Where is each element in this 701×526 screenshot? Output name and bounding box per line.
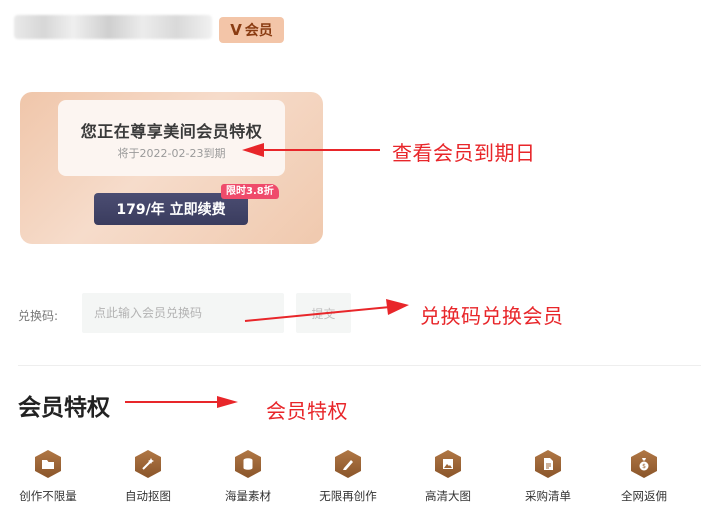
privilege-label: 高清大图 bbox=[425, 489, 471, 503]
privilege-item-cashback: $ 全网返佣 bbox=[604, 450, 684, 504]
member-status-title: 您正在尊享美间会员特权 bbox=[80, 122, 263, 141]
privilege-item-auto-cutout: 自动抠图 bbox=[108, 450, 188, 504]
annotation-redeem: 兑换码兑换会员 bbox=[420, 304, 564, 328]
privilege-label: 全网返佣 bbox=[621, 489, 667, 503]
privilege-label: 自动抠图 bbox=[125, 489, 171, 503]
folder-icon bbox=[35, 450, 61, 478]
privilege-label: 无限再创作 bbox=[319, 489, 377, 503]
vip-badge: V 会员 bbox=[219, 17, 284, 43]
privilege-item-unlimited-recreation: 无限再创作 bbox=[308, 450, 388, 504]
document-icon bbox=[535, 450, 561, 478]
money-bag-icon: $ bbox=[631, 450, 657, 478]
privilege-item-massive-assets: 海量素材 bbox=[208, 450, 288, 504]
svg-text:$: $ bbox=[642, 463, 646, 470]
redeem-code-label: 兑换码: bbox=[18, 309, 59, 323]
privilege-item-hd-image: 高清大图 bbox=[408, 450, 488, 504]
privilege-item-unlimited-creation: 创作不限量 bbox=[8, 450, 88, 504]
pencil-icon bbox=[335, 450, 361, 478]
magic-wand-icon bbox=[135, 450, 161, 478]
privilege-label: 创作不限量 bbox=[19, 489, 77, 503]
image-icon bbox=[435, 450, 461, 478]
annotation-arrow-privileges bbox=[125, 396, 238, 408]
privilege-item-purchase-list: 采购清单 bbox=[508, 450, 588, 504]
privilege-label: 采购清单 bbox=[525, 489, 571, 503]
blurred-username bbox=[14, 15, 212, 39]
annotation-privileges: 会员特权 bbox=[266, 399, 348, 423]
privileges-title: 会员特权 bbox=[18, 395, 110, 421]
divider bbox=[18, 365, 701, 366]
annotation-expiry: 查看会员到期日 bbox=[392, 141, 536, 165]
discount-tag: 限时3.8折 bbox=[221, 184, 279, 199]
annotation-arrow-expiry bbox=[242, 143, 380, 157]
annotation-arrow-redeem bbox=[244, 299, 409, 322]
vip-badge-label: 会员 bbox=[244, 23, 273, 39]
privilege-label: 海量素材 bbox=[225, 489, 271, 503]
cylinder-icon bbox=[235, 450, 261, 478]
vip-letter: V bbox=[230, 21, 242, 39]
